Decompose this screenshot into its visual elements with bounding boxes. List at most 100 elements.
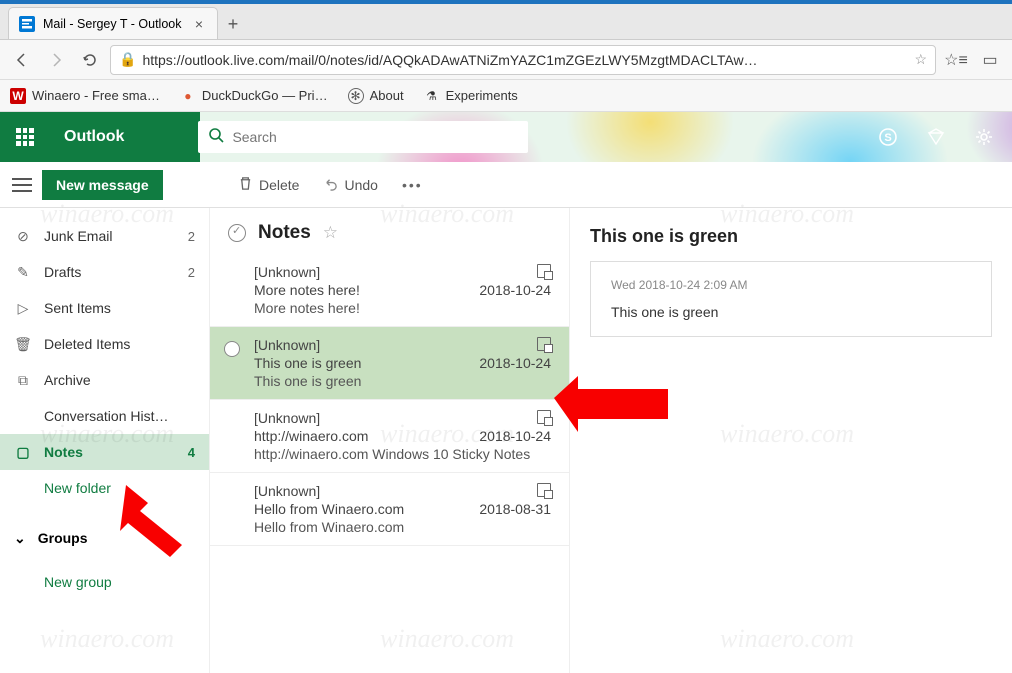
undo-icon [323, 176, 338, 194]
url-field[interactable]: 🔒 https://outlook.live.com/mail/0/notes/… [110, 45, 936, 75]
note-subject: Hello from Winaero.com [254, 501, 404, 517]
note-subject: http://winaero.com [254, 428, 368, 444]
note-date: 2018-08-31 [479, 501, 551, 517]
folder-sent-items[interactable]: ▷ Sent Items [0, 290, 209, 326]
ellipsis-icon: ••• [402, 177, 423, 193]
folder-pane: ⊘ Junk Email 2✎ Drafts 2▷ Sent Items 🗑 D… [0, 208, 210, 673]
note-date: 2018-10-24 [479, 282, 551, 298]
note-list-title: Notes [258, 222, 311, 244]
folder-name: Archive [44, 372, 183, 388]
url-text: https://outlook.live.com/mail/0/notes/id… [142, 52, 908, 68]
note-from: [Unknown] [254, 264, 320, 280]
note-preview: http://winaero.com Windows 10 Sticky Not… [254, 446, 551, 462]
folder-name: Deleted Items [44, 336, 183, 352]
groups-header[interactable]: ⌄ Groups [0, 518, 209, 558]
waffle-icon [16, 128, 34, 146]
star-icon[interactable]: ☆ [914, 51, 927, 68]
bookmark-experiments[interactable]: ⚗Experiments [424, 88, 518, 104]
note-preview: Hello from Winaero.com [254, 519, 551, 535]
note-item[interactable]: [Unknown] http://winaero.com 2018-10-24 h… [210, 400, 569, 473]
skype-icon[interactable]: S [866, 112, 910, 162]
note-subject: This one is green [254, 355, 361, 371]
outlook-header: Outlook S [0, 112, 1012, 162]
hamburger-button[interactable] [10, 173, 34, 197]
note-subject: More notes here! [254, 282, 360, 298]
note-from: [Unknown] [254, 410, 320, 426]
svg-text:S: S [884, 132, 891, 144]
main-area: ⊘ Junk Email 2✎ Drafts 2▷ Sent Items 🗑 D… [0, 208, 1012, 673]
trash-icon [238, 176, 253, 194]
outlook-favicon [19, 16, 35, 32]
select-all-checkbox[interactable] [228, 224, 246, 242]
note-item[interactable]: [Unknown] This one is green 2018-10-24 Th… [210, 327, 569, 400]
browser-tabbar: Mail - Sergey T - Outlook × + [0, 4, 1012, 40]
note-type-icon [537, 483, 551, 497]
folder-icon: 🗑 [14, 336, 32, 353]
note-preview: This one is green [254, 373, 551, 389]
outlook-brand[interactable]: Outlook [50, 128, 138, 146]
folder-name: Sent Items [44, 300, 183, 316]
note-date: Wed 2018-10-24 2:09 AM [611, 278, 971, 292]
bookmarks-bar: WWinaero - Free sma… ●DuckDuckGo — Pri… … [0, 80, 1012, 112]
folder-conversation-hist-[interactable]: Conversation Hist… [0, 398, 209, 434]
note-title: This one is green [590, 226, 992, 247]
more-actions-button[interactable]: ••• [392, 171, 433, 199]
folder-drafts[interactable]: ✎ Drafts 2 [0, 254, 209, 290]
note-list-pane: Notes ☆ [Unknown] More notes here! 2018-1… [210, 208, 570, 673]
new-folder-link[interactable]: New folder [0, 470, 209, 506]
note-type-icon [537, 264, 551, 278]
bookmark-winaero[interactable]: WWinaero - Free sma… [10, 88, 160, 104]
new-group-link[interactable]: New group [0, 564, 209, 600]
back-button[interactable] [8, 46, 36, 74]
folder-notes[interactable]: ▢ Notes 4 [0, 434, 209, 470]
forward-button[interactable] [42, 46, 70, 74]
search-box[interactable] [198, 121, 528, 153]
folder-icon: ✎ [14, 264, 32, 281]
new-message-button[interactable]: New message [42, 170, 163, 200]
folder-icon: ⊘ [14, 228, 32, 245]
folder-icon: ⧉ [14, 372, 32, 389]
folder-name: Notes [44, 444, 176, 460]
favorites-button[interactable]: ☆≡ [942, 46, 970, 74]
note-type-icon [537, 337, 551, 351]
refresh-button[interactable] [76, 46, 104, 74]
folder-name: Drafts [44, 264, 176, 280]
browser-addressbar: 🔒 https://outlook.live.com/mail/0/notes/… [0, 40, 1012, 80]
search-icon [208, 127, 224, 148]
folder-archive[interactable]: ⧉ Archive [0, 362, 209, 398]
folder-count: 2 [188, 265, 195, 280]
note-from: [Unknown] [254, 337, 320, 353]
browser-tab[interactable]: Mail - Sergey T - Outlook × [8, 7, 218, 39]
favorite-star-icon[interactable]: ☆ [323, 223, 338, 243]
bookmark-duckduckgo[interactable]: ●DuckDuckGo — Pri… [180, 88, 328, 104]
tab-title: Mail - Sergey T - Outlook [43, 17, 181, 31]
note-date: 2018-10-24 [479, 428, 551, 444]
folder-count: 4 [188, 445, 195, 460]
note-body: This one is green [611, 304, 971, 320]
reading-pane: This one is green Wed 2018-10-24 2:09 AM… [570, 208, 1012, 673]
diamond-icon[interactable] [914, 112, 958, 162]
delete-button[interactable]: Delete [228, 170, 309, 200]
app-launcher-button[interactable] [0, 112, 50, 162]
note-preview: More notes here! [254, 300, 551, 316]
new-tab-button[interactable]: + [218, 9, 248, 39]
undo-button[interactable]: Undo [313, 170, 387, 200]
tab-close-icon[interactable]: × [191, 16, 207, 32]
folder-junk-email[interactable]: ⊘ Junk Email 2 [0, 218, 209, 254]
folder-icon: ▢ [14, 444, 32, 461]
reading-list-button[interactable]: ▭ [976, 46, 1004, 74]
settings-icon[interactable] [962, 112, 1006, 162]
lock-icon: 🔒 [119, 51, 136, 68]
command-bar: New message Delete Undo ••• [0, 162, 1012, 208]
note-item[interactable]: [Unknown] More notes here! 2018-10-24 Mor… [210, 254, 569, 327]
note-item[interactable]: [Unknown] Hello from Winaero.com 2018-08-… [210, 473, 569, 546]
note-select-checkbox[interactable] [224, 341, 240, 357]
folder-count: 2 [188, 229, 195, 244]
search-input[interactable] [232, 129, 518, 145]
bookmark-about[interactable]: ✻About [348, 88, 404, 104]
folder-icon: ▷ [14, 300, 32, 317]
note-card: Wed 2018-10-24 2:09 AM This one is green [590, 261, 992, 337]
folder-deleted-items[interactable]: 🗑 Deleted Items [0, 326, 209, 362]
note-date: 2018-10-24 [479, 355, 551, 371]
note-from: [Unknown] [254, 483, 320, 499]
